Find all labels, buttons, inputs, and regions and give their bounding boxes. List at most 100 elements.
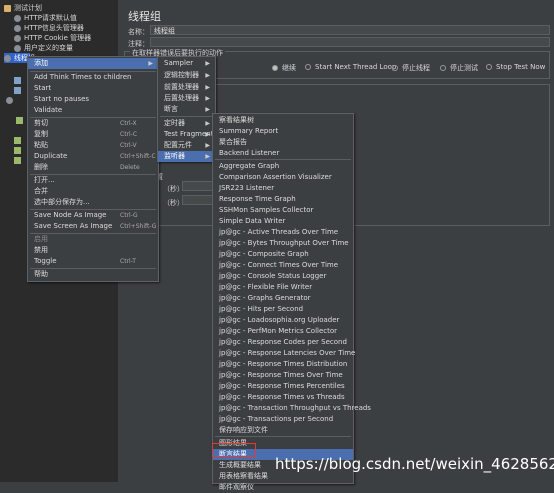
menu-item-listener-7[interactable]: Response Time Graph xyxy=(213,194,353,205)
radio-stop-test-now[interactable]: Stop Test Now xyxy=(486,63,545,71)
listener-icon xyxy=(16,116,23,124)
menu-item-listener-26[interactable]: jp@gc - Transaction Throughput vs Thread… xyxy=(213,403,371,414)
menu-item-sampler[interactable]: Sampler ▶ xyxy=(158,58,215,69)
config-icon xyxy=(14,24,21,32)
menu-item-listener-17[interactable]: jp@gc - Hits per Second xyxy=(213,304,353,315)
menu-item-test-fragment[interactable]: Test Fragment ▶ xyxy=(158,129,215,140)
tree-item-header-manager[interactable]: HTTP信息头管理器 xyxy=(14,23,84,33)
tree-item-label: HTTP请求默认值 xyxy=(24,14,77,22)
menu-item-toggle[interactable]: Toggle Ctrl-T xyxy=(28,256,158,267)
menu-item-listener-4[interactable]: Aggregate Graph xyxy=(213,161,353,172)
menu-accel: Ctrl-V xyxy=(120,142,137,149)
menu-label: jp@gc - Graphs Generator xyxy=(219,294,311,302)
menu-item-open[interactable]: 打开... xyxy=(28,175,158,186)
menu-item-listener-28[interactable]: 保存响应到文件 xyxy=(213,425,353,436)
radio-stop-test[interactable]: 停止测试 xyxy=(440,63,478,73)
menu-item-listener-22[interactable]: jp@gc - Response Times Distribution xyxy=(213,359,353,370)
menu-item-paste[interactable]: 粘贴 Ctrl-V xyxy=(28,140,158,151)
menu-item-pre-processor[interactable]: 前置处理器 ▶ xyxy=(158,82,215,93)
menu-item-cut[interactable]: 剪切 Ctrl-X xyxy=(28,118,158,129)
tree-item-child[interactable] xyxy=(14,155,24,165)
menu-item-start-no-pauses[interactable]: Start no pauses xyxy=(28,94,158,105)
menu-item-listener-9[interactable]: Simple Data Writer xyxy=(213,216,353,227)
menu-item-listener-1[interactable]: Summary Report xyxy=(213,126,353,137)
tree-item-child[interactable] xyxy=(14,85,24,95)
menu-item-save-node-image[interactable]: Save Node As Image Ctrl-G xyxy=(28,210,158,221)
tree-item-child[interactable] xyxy=(6,95,16,105)
menu-label: jp@gc - Loadosophia.org Uploader xyxy=(219,316,340,324)
menu-item-save-screen-image[interactable]: Save Screen As Image Ctrl+Shift-G xyxy=(28,221,158,232)
menu-item-timer[interactable]: 定时器 ▶ xyxy=(158,118,215,129)
tree-item-test-plan[interactable]: 测试计划 xyxy=(4,3,42,13)
chevron-right-icon: ▶ xyxy=(205,106,210,113)
menu-item-listener-33[interactable]: 邮件观察仪 xyxy=(213,482,353,493)
menu-label: 配置元件 xyxy=(164,141,192,149)
name-label: 名称： xyxy=(128,28,149,36)
menu-item-enable[interactable]: 启用 xyxy=(28,234,158,245)
menu-label: 选中部分保存为... xyxy=(34,198,90,206)
menu-item-logic-controller[interactable]: 逻辑控制器 ▶ xyxy=(158,70,215,81)
menu-item-listener-23[interactable]: jp@gc - Response Times Over Time xyxy=(213,370,353,381)
menu-item-listener-2[interactable]: 聚合报告 xyxy=(213,137,353,148)
menu-item-post-processor[interactable]: 后置处理器 ▶ xyxy=(158,93,215,104)
watermark: https://blog.csdn.net/weixin_46285621 xyxy=(275,455,554,473)
menu-item-listener-27[interactable]: jp@gc - Transactions per Second xyxy=(213,414,353,425)
radio-stop-thread[interactable]: 停止线程 xyxy=(392,63,430,73)
menu-item-listener-6[interactable]: JSR223 Listener xyxy=(213,183,353,194)
menu-item-assertion[interactable]: 断言 ▶ xyxy=(158,104,215,115)
menu-item-listener-14[interactable]: jp@gc - Console Status Logger xyxy=(213,271,353,282)
menu-label: Sampler xyxy=(164,59,194,67)
menu-item-listener-16[interactable]: jp@gc - Graphs Generator xyxy=(213,293,353,304)
page-title: 线程组 xyxy=(128,10,161,23)
menu-item-listener[interactable]: 监听器 ▶ xyxy=(158,151,215,162)
tree-item-cookie-manager[interactable]: HTTP Cookie 管理器 xyxy=(14,33,91,43)
chevron-right-icon: ▶ xyxy=(205,120,210,127)
tree-item-http-defaults[interactable]: HTTP请求默认值 xyxy=(14,13,77,23)
menu-item-save-selection[interactable]: 选中部分保存为... xyxy=(28,197,158,208)
menu-item-copy[interactable]: 复制 Ctrl-C xyxy=(28,129,158,140)
menu-item-help[interactable]: 帮助 xyxy=(28,269,158,280)
listener-icon xyxy=(14,156,21,164)
menu-item-start[interactable]: Start xyxy=(28,83,158,94)
menu-item-merge[interactable]: 合并 xyxy=(28,186,158,197)
menu-item-disable[interactable]: 禁用 xyxy=(28,245,158,256)
menu-item-config-element[interactable]: 配置元件 ▶ xyxy=(158,140,215,151)
menu-item-validate[interactable]: Validate xyxy=(28,105,158,116)
tree-item-child[interactable] xyxy=(16,115,26,125)
comment-field[interactable] xyxy=(150,37,550,47)
menu-item-listener-10[interactable]: jp@gc - Active Threads Over Time xyxy=(213,227,353,238)
menu-item-listener-20[interactable]: jp@gc - Response Codes per Second xyxy=(213,337,353,348)
menu-item-delete[interactable]: 删除 Delete xyxy=(28,162,158,173)
menu-item-listener-0[interactable]: 察看结果树 xyxy=(213,115,353,126)
menu-label: jp@gc - Response Times Over Time xyxy=(219,371,343,379)
menu-item-add-think-times[interactable]: Add Think Times to children xyxy=(28,72,158,83)
menu-item-listener-11[interactable]: jp@gc - Bytes Throughput Over Time xyxy=(213,238,353,249)
tree-item-child[interactable] xyxy=(14,135,24,145)
menu-label: 后置处理器 xyxy=(164,94,199,102)
menu-item-add[interactable]: 添加 ▶ xyxy=(28,58,158,69)
config-icon xyxy=(14,14,21,22)
menu-item-listener-25[interactable]: jp@gc - Response Times vs Threads xyxy=(213,392,353,403)
menu-item-listener-5[interactable]: Comparison Assertion Visualizer xyxy=(213,172,353,183)
menu-label: Start no pauses xyxy=(34,95,90,103)
menu-item-listener-21[interactable]: jp@gc - Response Latencies Over Time xyxy=(213,348,355,359)
menu-item-duplicate[interactable]: Duplicate Ctrl+Shift-C xyxy=(28,151,158,162)
menu-item-listener-15[interactable]: jp@gc - Flexible File Writer xyxy=(213,282,353,293)
name-field[interactable]: 线程组 xyxy=(150,25,550,35)
menu-separator xyxy=(215,159,351,160)
menu-item-listener-13[interactable]: jp@gc - Connect Times Over Time xyxy=(213,260,353,271)
tree-item-user-variables[interactable]: 用户定义的变量 xyxy=(14,43,73,53)
tree-item-child[interactable] xyxy=(14,75,24,85)
menu-item-listener-12[interactable]: jp@gc - Composite Graph xyxy=(213,249,353,260)
radio-start-next-loop[interactable]: Start Next Thread Loop xyxy=(305,63,396,71)
radio-label: 停止线程 xyxy=(402,64,430,72)
menu-item-listener-24[interactable]: jp@gc - Response Times Percentiles xyxy=(213,381,353,392)
radio-selected-icon xyxy=(272,65,278,71)
menu-item-listener-8[interactable]: SSHMon Samples Collector xyxy=(213,205,353,216)
menu-item-listener-18[interactable]: jp@gc - Loadosophia.org Uploader xyxy=(213,315,353,326)
menu-item-listener-3[interactable]: Backend Listener xyxy=(213,148,353,159)
menu-item-listener-19[interactable]: jp@gc - PerfMon Metrics Collector xyxy=(213,326,353,337)
radio-continue[interactable]: 继续 xyxy=(272,63,296,73)
tree-item-child[interactable] xyxy=(14,145,24,155)
menu-label: 断言 xyxy=(164,105,178,113)
